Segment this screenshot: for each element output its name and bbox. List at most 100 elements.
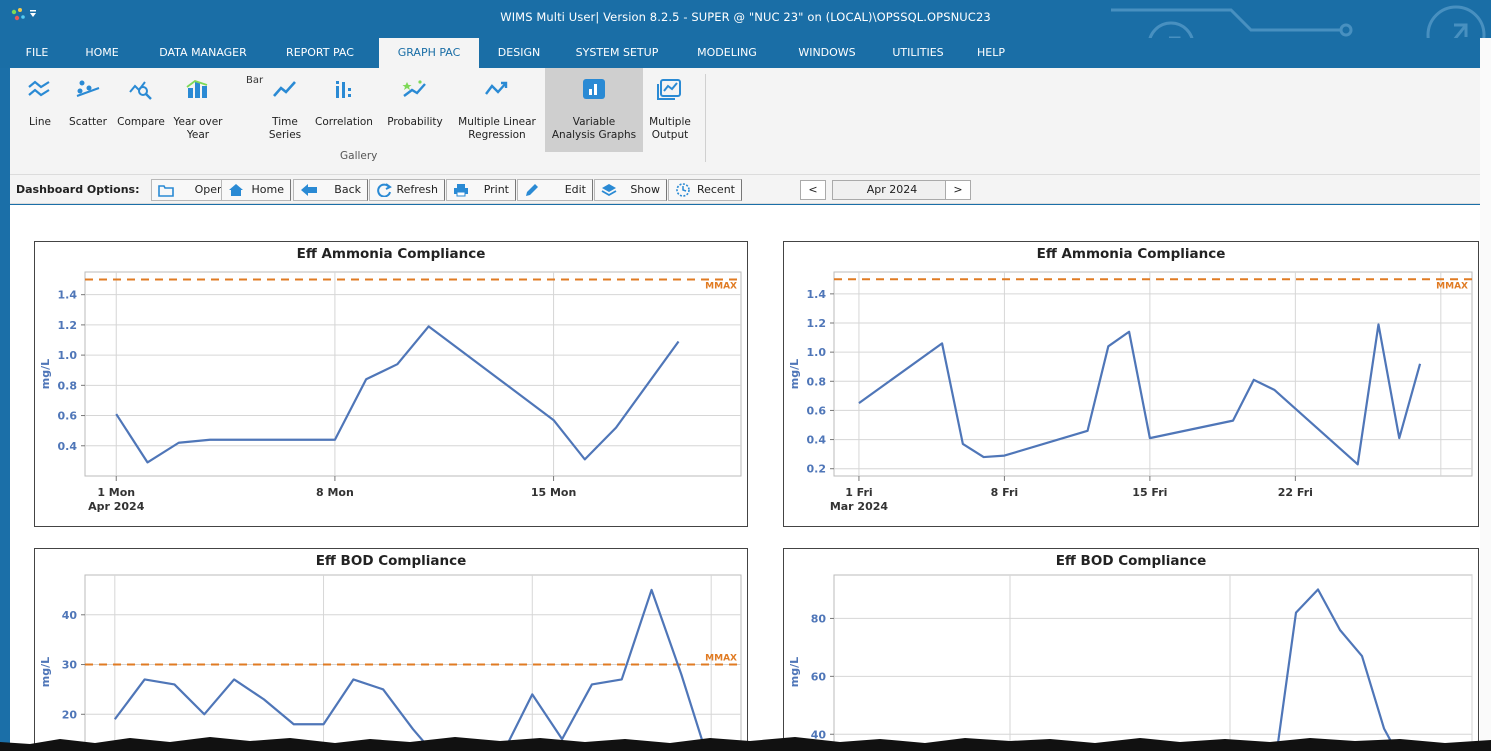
bod-chart-left[interactable]: 10203040mg/LMMAXEff BOD Compliance [34, 548, 748, 751]
y-tick-label: 0.4 [807, 434, 827, 447]
regression-icon [485, 81, 508, 95]
previous-month-button[interactable]: < [800, 180, 826, 200]
year-over-year-button[interactable]: Year over Year [170, 68, 226, 152]
x-tick-label: 8 Fri [991, 486, 1019, 499]
bod-chart-right[interactable]: 406080mg/LMMAXEff BOD Compliance [783, 548, 1479, 751]
menu-data-manager[interactable]: DATA MANAGER [144, 38, 262, 68]
time-series-icon [273, 81, 296, 97]
y-tick-label: 30 [62, 659, 78, 672]
open-button[interactable]: Open [151, 179, 231, 201]
y-tick-label: 0.6 [58, 410, 78, 423]
y-axis-label: mg/L [39, 657, 52, 687]
open-label: Open [194, 183, 224, 196]
probability-button[interactable]: Probability [382, 68, 448, 152]
chart-title: Eff BOD Compliance [1055, 553, 1207, 569]
ammonia-chart-mar[interactable]: 0.2 0.4 0.6 0.8 1.0 1.2 1.4 mg/L MMAX 1 Fri 8 Fri 1… [783, 241, 1479, 527]
y-tick-label: 0.8 [58, 379, 78, 392]
refresh-label: Refresh [396, 183, 438, 196]
x-date-label: Mar 2024 [830, 500, 889, 513]
time-series-button[interactable]: Time Series [264, 68, 306, 152]
ribbon-separator [705, 74, 706, 162]
ammonia-chart-apr[interactable]: 0.4 0.6 0.8 1.0 1.2 1.4 mg/L MMAX 1 Mon 8 Mon 15 M… [34, 241, 748, 527]
line-chart-icon [28, 80, 50, 97]
compare-graph-button[interactable]: Compare [113, 68, 169, 152]
menu-file[interactable]: FILE [18, 38, 56, 68]
correlation-button[interactable]: Correlation [308, 68, 380, 152]
menu-help[interactable]: HELP [966, 38, 1016, 68]
show-label: Show [630, 183, 660, 196]
home-button[interactable]: Home [221, 179, 291, 201]
correlation-label: Correlation [315, 116, 373, 128]
multiple-linear-regression-button[interactable]: Multiple Linear Regression [451, 68, 543, 152]
right-edge-strip [1480, 38, 1491, 751]
menu-report-pac[interactable]: REPORT PAC [272, 38, 368, 68]
y-axis-label: mg/L [788, 657, 801, 687]
time-series-label: Time Series [268, 116, 302, 141]
menu-home[interactable]: HOME [72, 38, 132, 68]
folder-icon [158, 185, 174, 197]
clock-icon [676, 183, 690, 197]
x-date-label: Apr 2024 [88, 500, 145, 513]
y-tick-label: 80 [811, 612, 827, 625]
correlation-icon [336, 81, 351, 98]
home-label: Home [251, 183, 284, 196]
y-tick-label: 0.6 [807, 404, 827, 417]
menu-bar: FILE HOME DATA MANAGER REPORT PAC GRAPH … [0, 38, 1491, 68]
multiple-output-label: Multiple Output [649, 116, 691, 141]
next-month-button[interactable]: > [945, 180, 971, 200]
layers-icon [601, 184, 617, 197]
menu-modeling[interactable]: MODELING [682, 38, 772, 68]
back-label: Back [334, 183, 361, 196]
y-tick-label: 1.4 [58, 289, 78, 302]
edit-button[interactable]: Edit [517, 179, 593, 201]
bar-label: Bar [246, 75, 264, 86]
y-tick-label: 1.0 [58, 349, 78, 362]
recent-button[interactable]: Recent [668, 179, 742, 201]
probability-label: Probability [387, 116, 443, 128]
limit-label: MMAX [705, 282, 737, 292]
x-tick-label: 15 Mon [531, 486, 576, 499]
chart-plot: 0.2 0.4 0.6 0.8 1.0 1.2 1.4 mg/L MMAX 1 Fri 8 Fri 1… [788, 271, 1473, 513]
menu-graph-pac[interactable]: GRAPH PAC [379, 38, 479, 68]
home-icon [229, 184, 243, 196]
menu-windows[interactable]: WINDOWS [782, 38, 872, 68]
x-tick-label: 22 Fri [1278, 486, 1313, 499]
x-tick-label: 1 Fri [845, 486, 873, 499]
scatter-graph-button[interactable]: Scatter [63, 68, 113, 152]
y-tick-label: 0.4 [58, 440, 78, 453]
y-tick-label: 60 [811, 670, 827, 683]
edit-label: Edit [564, 183, 586, 196]
y-tick-label: 1.0 [807, 346, 827, 359]
y-tick-label: 1.4 [807, 288, 827, 301]
compare-label: Compare [117, 116, 165, 128]
y-tick-label: 0.8 [807, 375, 827, 388]
chart-plot: 10203040mg/LMMAX [39, 574, 742, 751]
multiple-output-button[interactable]: Multiple Output [644, 68, 696, 152]
compare-chart-icon [129, 81, 152, 100]
refresh-icon [377, 183, 392, 197]
refresh-button[interactable]: Refresh [369, 179, 445, 201]
title-bar: WIMS Multi User| Version 8.2.5 - SUPER @… [0, 0, 1491, 72]
y-tick-label: 20 [62, 708, 78, 721]
plot-area [84, 574, 742, 751]
menu-utilities[interactable]: UTILITIES [880, 38, 956, 68]
chart-title: Eff Ammonia Compliance [296, 246, 486, 262]
y-tick-label: 1.2 [58, 319, 78, 332]
back-arrow-icon [301, 184, 317, 196]
print-button[interactable]: Print [446, 179, 516, 201]
menu-system-setup[interactable]: SYSTEM SETUP [562, 38, 672, 68]
variable-analysis-graphs-button[interactable]: Variable Analysis Graphs [545, 68, 643, 152]
bar-chart-icon [186, 79, 208, 98]
x-tick-label: 15 Fri [1132, 486, 1167, 499]
dashboard-options-label: Dashboard Options: [16, 183, 140, 196]
regression-label: Multiple Linear Regression [458, 116, 536, 141]
ribbon: Line Scatter Compare Year over Year Bar … [10, 68, 1480, 174]
x-tick-label: 1 Mon [97, 486, 135, 499]
y-tick-label: 0.2 [807, 463, 827, 476]
chart-plot: 0.4 0.6 0.8 1.0 1.2 1.4 mg/L MMAX 1 Mon 8 Mon 15 M… [39, 271, 742, 513]
show-button[interactable]: Show [594, 179, 667, 201]
line-graph-button[interactable]: Line [24, 68, 56, 152]
menu-design[interactable]: DESIGN [488, 38, 550, 68]
printer-icon [454, 184, 468, 197]
back-button[interactable]: Back [293, 179, 368, 201]
